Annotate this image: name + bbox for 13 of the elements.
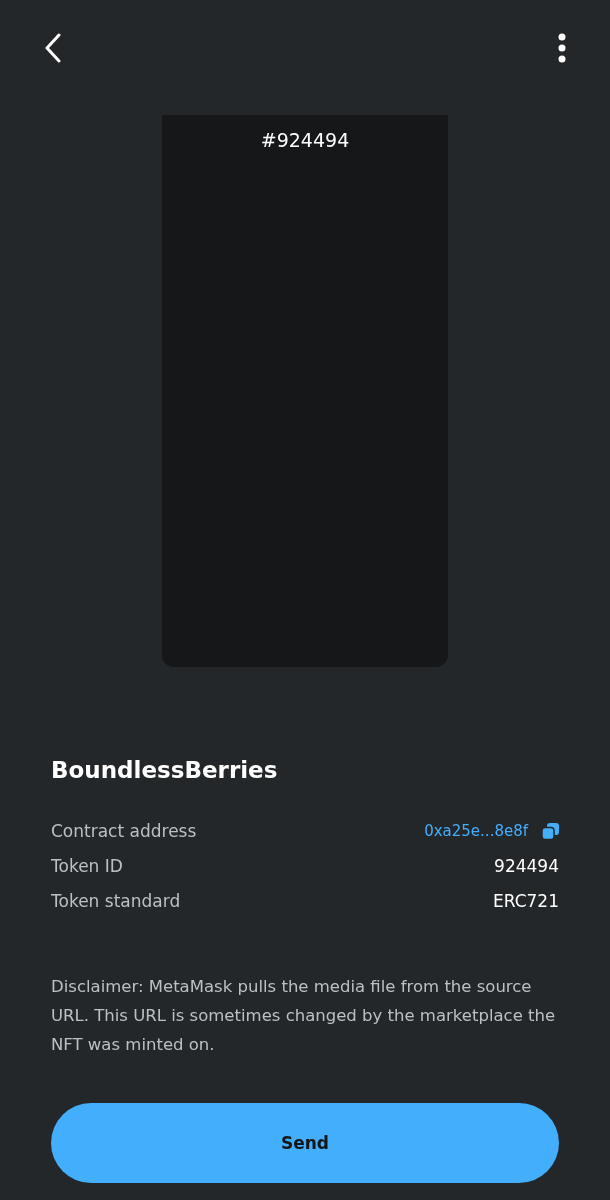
back-icon[interactable] [44,33,62,63]
nft-label: #924494 [260,129,350,151]
detail-value: ERC721 [492,891,559,911]
detail-label: Token standard [51,891,181,911]
more-options-icon[interactable] [558,33,566,63]
copy-icon[interactable] [542,822,559,840]
disclaimer-text: Disclaimer: MetaMask pulls the media file from the source URL. This URL is sometimes changed by the marketplace the NFT was minted on. [51,976,557,1056]
detail-label: Token ID [51,856,123,876]
detail-value: 924494 [494,856,559,876]
nft-title: BoundlessBerries [51,756,279,785]
address-link[interactable]: 0xa25e...8e8f [424,822,528,840]
detail-label: Contract address [51,821,197,841]
send-button[interactable]: Send [51,1103,559,1183]
